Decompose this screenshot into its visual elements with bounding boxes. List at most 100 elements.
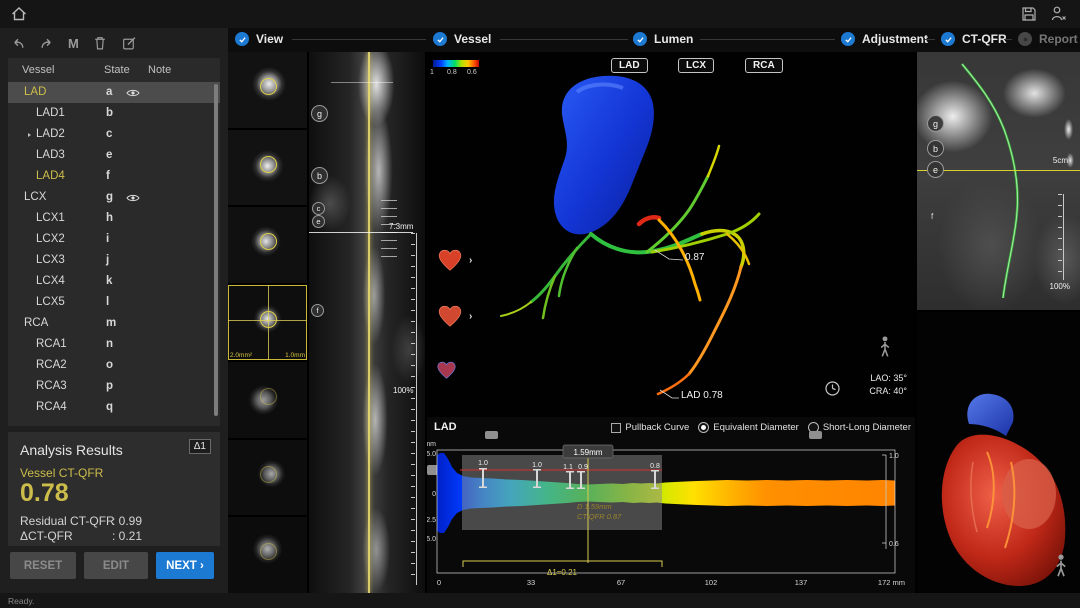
delta-badge[interactable]: Δ1 xyxy=(189,439,211,454)
coronary-tree-render xyxy=(427,52,915,415)
qfr-tick: 0.6 xyxy=(889,541,899,548)
x-tick: 102 xyxy=(705,578,718,587)
vessel-list-scrollbar[interactable] xyxy=(214,84,218,416)
eye-icon[interactable] xyxy=(126,193,140,203)
tab-label: Report xyxy=(1039,32,1078,46)
vessel-state: g xyxy=(106,191,113,203)
branch-marker-c: c xyxy=(312,202,325,215)
lumen-contour xyxy=(260,311,277,328)
heart-orientation-1[interactable] xyxy=(437,248,463,272)
vessel-row-lcx4[interactable]: LCX4 k xyxy=(8,271,220,292)
undo-icon[interactable] xyxy=(10,35,26,51)
cross-section-thumb[interactable] xyxy=(228,207,307,283)
vessel-row-lcx[interactable]: LCX g xyxy=(8,187,220,208)
vessel-row-lad[interactable]: LAD a xyxy=(8,82,220,103)
scale-label: 5cm xyxy=(1053,156,1068,165)
lesion-band[interactable] xyxy=(462,455,662,530)
reset-button[interactable]: RESET xyxy=(10,552,76,579)
home-icon[interactable] xyxy=(10,5,28,23)
eye-icon[interactable] xyxy=(126,88,140,98)
edit-note-icon[interactable] xyxy=(121,35,137,51)
tab-ct-qfr[interactable]: CT-QFR xyxy=(941,32,1007,46)
vessel-name: LAD4 xyxy=(36,170,65,182)
zoom-level: 100% xyxy=(1050,282,1070,291)
vessel-row-lcx1[interactable]: LCX1 h xyxy=(8,208,220,229)
marker-tool-icon[interactable]: M xyxy=(68,36,79,51)
cross-section-thumb[interactable] xyxy=(228,362,307,438)
tab-label: Vessel xyxy=(454,32,491,46)
ruler xyxy=(416,233,417,585)
vessel-row-lad2[interactable]: LAD2 c xyxy=(8,124,220,145)
lcx-button[interactable]: LCX xyxy=(678,58,714,73)
vessel-row-lcx3[interactable]: LCX3 j xyxy=(8,250,220,271)
lad-button[interactable]: LAD xyxy=(611,58,648,73)
check-icon xyxy=(941,32,955,46)
lumen-contour xyxy=(260,233,277,250)
vessel-name: LAD2 xyxy=(36,128,65,140)
tab-adjustment[interactable]: Adjustment xyxy=(841,32,928,46)
check-icon xyxy=(633,32,647,46)
branch-marker-b: b xyxy=(927,140,944,157)
delete-icon[interactable] xyxy=(92,35,108,51)
vessel-row-rca1[interactable]: RCA1 n xyxy=(8,334,220,355)
user-logout-icon[interactable] xyxy=(1050,5,1068,23)
cross-section-thumb-selected[interactable]: 2.0mm² 1.0mm xyxy=(228,285,307,361)
vessel-state: c xyxy=(106,128,112,140)
vessel-row-rca2[interactable]: RCA2 o xyxy=(8,355,220,376)
rca-button[interactable]: RCA xyxy=(745,58,783,73)
measure-line[interactable] xyxy=(309,232,413,233)
tab-connector xyxy=(1004,39,1012,40)
heart-orientation-3[interactable] xyxy=(436,360,457,380)
check-icon xyxy=(433,32,447,46)
vessel-row-lad1[interactable]: LAD1 b xyxy=(8,103,220,124)
x-tick: 0 xyxy=(437,578,441,587)
y-tick: 2.5 xyxy=(427,517,436,524)
col-vessel: Vessel xyxy=(22,64,54,76)
overlay-qfr: CT-QFR 0.87 xyxy=(577,512,622,521)
vessel-row-rca[interactable]: RCA m xyxy=(8,313,220,334)
residual-qfr-value: : 0.99 xyxy=(112,514,142,528)
tab-label: Adjustment xyxy=(862,32,928,46)
rotate-view-icon[interactable] xyxy=(824,380,841,397)
save-icon[interactable] xyxy=(1020,5,1038,23)
branch-marker-g: g xyxy=(927,115,944,132)
vessel-state: l xyxy=(106,296,109,308)
cross-section-thumb[interactable] xyxy=(228,52,307,128)
analysis-title: Analysis Results xyxy=(20,442,123,458)
cross-section-thumb[interactable] xyxy=(228,517,307,593)
branch-marker-f: f xyxy=(311,304,324,317)
tab-lumen[interactable]: Lumen xyxy=(633,32,693,46)
tab-report[interactable]: Report xyxy=(1018,32,1078,46)
y-tick: 0 xyxy=(432,491,436,498)
branch-label-f: f xyxy=(931,212,933,221)
edit-button[interactable]: EDIT xyxy=(84,552,148,579)
status-bar: Ready. xyxy=(0,593,1080,608)
next-button[interactable]: NEXT › xyxy=(156,552,214,579)
vessel-name: LCX4 xyxy=(36,275,65,287)
tab-view[interactable]: View xyxy=(235,32,283,46)
marker-label: 1.1 xyxy=(563,464,573,471)
cpr-view[interactable]: g b e f 5cm 100% xyxy=(917,52,1080,310)
zoom-level: 100% xyxy=(393,386,413,395)
vessel-name: LAD1 xyxy=(36,107,65,119)
volume-rendering-view[interactable]: 1 0.8 0.6 LAD LCX RCA › › 0.87 LAD 0.78 … xyxy=(427,52,915,415)
vessel-name: LCX xyxy=(24,191,46,203)
colorbar-tick: 0.6 xyxy=(467,69,477,76)
heart-render-view[interactable] xyxy=(917,312,1080,593)
vessel-row-lad3[interactable]: LAD3 e xyxy=(8,145,220,166)
diameter-profile-chart[interactable]: 1.0 1.0 1.1 0.9 0.8 1.59mm D xyxy=(427,417,915,593)
residual-qfr-label: Residual CT-QFR xyxy=(20,514,115,528)
vessel-row-lcx2[interactable]: LCX2 i xyxy=(8,229,220,250)
cross-section-thumb[interactable] xyxy=(228,130,307,206)
vessel-row-rca4[interactable]: RCA4 q xyxy=(8,397,220,418)
redo-icon[interactable] xyxy=(39,35,55,51)
vessel-state: a xyxy=(106,86,112,98)
vessel-row-rca3[interactable]: RCA3 p xyxy=(8,376,220,397)
heart-orientation-2[interactable] xyxy=(437,304,463,328)
y-tick: 5.0 xyxy=(427,536,436,543)
straightened-mpr-view[interactable]: g b c e f 7.3mm 100% xyxy=(309,52,425,593)
vessel-row-lad4[interactable]: LAD4 f xyxy=(8,166,220,187)
tab-vessel[interactable]: Vessel xyxy=(433,32,491,46)
vessel-row-lcx5[interactable]: LCX5 l xyxy=(8,292,220,313)
cross-section-thumb[interactable] xyxy=(228,440,307,516)
